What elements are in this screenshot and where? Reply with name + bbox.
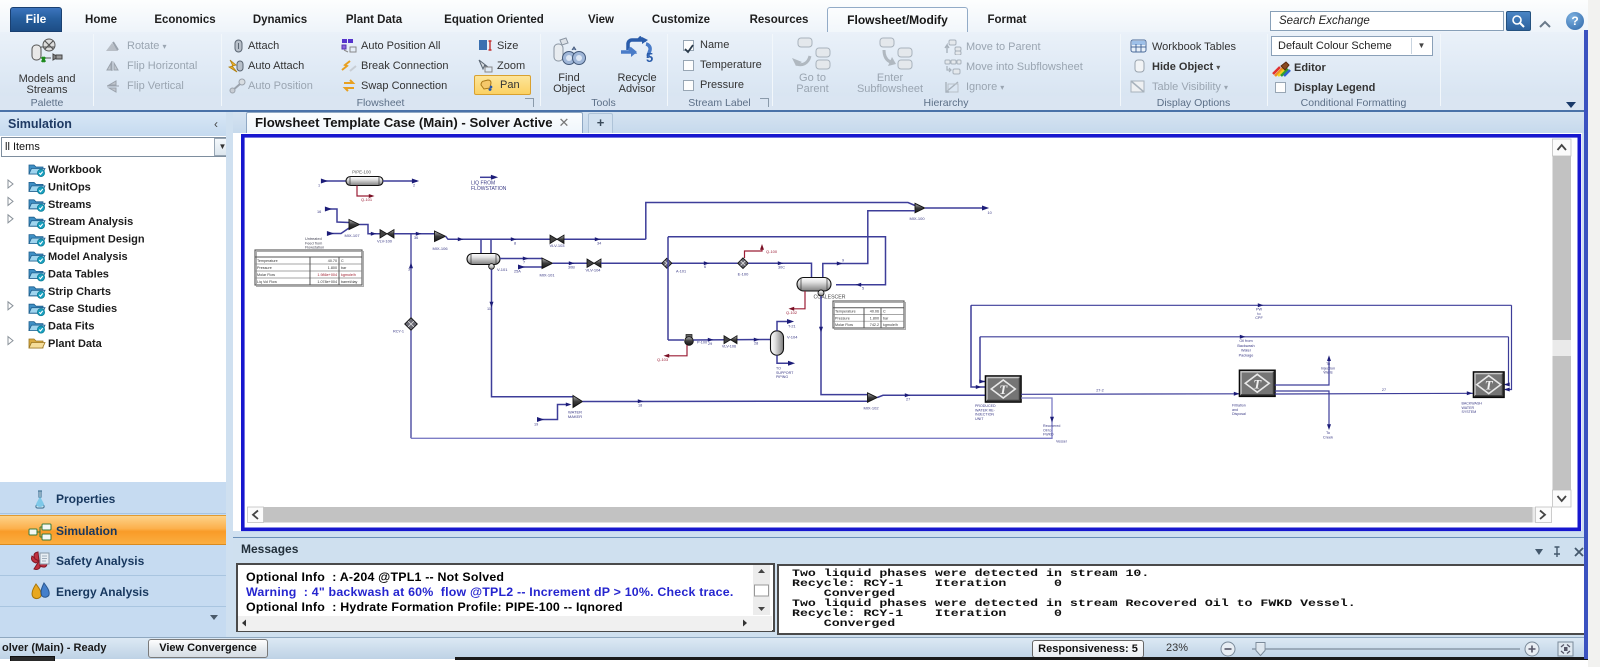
- svg-text:RCY-1: RCY-1: [393, 330, 404, 334]
- svg-text:MIX-102: MIX-102: [863, 406, 879, 411]
- svg-text:Backwash: Backwash: [1237, 344, 1254, 348]
- svg-text:40.70: 40.70: [328, 259, 337, 263]
- svg-text:P-100: P-100: [697, 341, 707, 345]
- svg-text:VLV-104: VLV-104: [585, 268, 601, 273]
- svg-text:27: 27: [906, 398, 910, 402]
- svg-text:VLV-103: VLV-103: [549, 243, 565, 248]
- svg-text:A-101: A-101: [676, 270, 686, 274]
- svg-text:6: 6: [704, 265, 706, 269]
- svg-text:Molar Flow: Molar Flow: [835, 323, 853, 327]
- svg-text:COALESCER: COALESCER: [814, 295, 846, 301]
- svg-text:kgmole/h: kgmole/h: [883, 323, 898, 327]
- svg-text:C: C: [883, 310, 886, 314]
- svg-text:Case Studies: Case Studies: [48, 303, 117, 315]
- svg-text:Strip Charts: Strip Charts: [48, 286, 111, 298]
- svg-text:Disposal: Disposal: [1232, 412, 1246, 416]
- svg-text:Vessel: Vessel: [1056, 440, 1067, 444]
- svg-text:E-100: E-100: [738, 272, 749, 277]
- svg-text:Temperature: Temperature: [835, 310, 856, 314]
- svg-text:Temperature: Temperature: [257, 259, 278, 263]
- svg-text:Data Tables: Data Tables: [48, 268, 109, 280]
- svg-text:Flowstation: Flowstation: [305, 246, 324, 250]
- svg-text:Package: Package: [1239, 353, 1254, 357]
- svg-text:PIPE-100: PIPE-100: [352, 170, 371, 175]
- svg-text:1: 1: [318, 184, 320, 188]
- svg-text:Q-100: Q-100: [766, 249, 778, 254]
- svg-text:T-21: T-21: [788, 325, 796, 329]
- svg-text:25A: 25A: [514, 270, 521, 274]
- svg-text:2: 2: [413, 184, 415, 188]
- svg-text:barrel/day: barrel/day: [341, 280, 358, 284]
- svg-text:UNIT: UNIT: [975, 417, 984, 421]
- svg-text:Data Fits: Data Fits: [48, 321, 94, 333]
- svg-text:C: C: [341, 259, 344, 263]
- svg-text:bar: bar: [883, 316, 889, 320]
- svg-text:Creek: Creek: [1323, 435, 1333, 439]
- svg-text:27: 27: [1382, 388, 1386, 392]
- svg-text:V-104: V-104: [787, 335, 798, 340]
- svg-text:Pressure: Pressure: [835, 316, 850, 320]
- svg-text:40.06: 40.06: [870, 310, 879, 314]
- svg-text:Wells: Wells: [1323, 371, 1332, 375]
- svg-text:Oil from: Oil from: [1239, 339, 1252, 343]
- svg-text:T: T: [999, 382, 1008, 397]
- svg-text:7: 7: [523, 261, 525, 265]
- svg-text:V-101: V-101: [497, 267, 508, 272]
- svg-text:MIX-106: MIX-106: [432, 246, 448, 251]
- svg-text:742.2: 742.2: [870, 323, 879, 327]
- svg-text:8: 8: [514, 242, 516, 246]
- svg-text:T: T: [1485, 378, 1494, 393]
- svg-text:kgmole/h: kgmole/h: [341, 273, 356, 277]
- svg-text:30C: 30C: [778, 266, 785, 270]
- svg-text:Q-102: Q-102: [786, 310, 798, 315]
- svg-text:MIX-100: MIX-100: [909, 216, 925, 221]
- svg-text:Pressure: Pressure: [257, 266, 272, 270]
- svg-text:Water: Water: [1241, 349, 1252, 353]
- svg-text:11: 11: [487, 307, 491, 311]
- svg-text:10: 10: [988, 211, 992, 215]
- svg-text:18: 18: [638, 404, 642, 408]
- svg-text:29: 29: [708, 342, 712, 346]
- svg-text:VLV-100: VLV-100: [377, 239, 393, 244]
- svg-text:16: 16: [317, 210, 321, 214]
- svg-text:MIX-101: MIX-101: [539, 273, 555, 278]
- svg-text:3: 3: [408, 268, 410, 272]
- svg-text:1.986e+004: 1.986e+004: [317, 273, 337, 277]
- svg-text:36: 36: [414, 236, 418, 240]
- svg-text:5: 5: [646, 50, 653, 65]
- svg-text:Equipment Design: Equipment Design: [48, 234, 145, 246]
- svg-text:FWKD: FWKD: [1043, 433, 1054, 437]
- svg-text:1.078e+004: 1.078e+004: [317, 280, 337, 284]
- svg-text:MAKER: MAKER: [568, 414, 582, 419]
- svg-text:28: 28: [754, 342, 758, 346]
- svg-text:Workbook: Workbook: [48, 164, 102, 176]
- svg-text:34: 34: [597, 242, 601, 246]
- svg-text:Stream Analysis: Stream Analysis: [48, 216, 133, 228]
- svg-text:bar: bar: [341, 266, 347, 270]
- svg-text:FLOWSTATION: FLOWSTATION: [471, 186, 507, 192]
- svg-text:Molar Flow: Molar Flow: [257, 273, 275, 277]
- svg-text:27-2: 27-2: [1096, 389, 1104, 393]
- svg-text:CPF: CPF: [1255, 316, 1263, 320]
- svg-text:9: 9: [842, 259, 844, 263]
- svg-text:T: T: [1253, 376, 1262, 391]
- svg-text:1.800: 1.800: [328, 266, 337, 270]
- svg-text:PIPING: PIPING: [776, 375, 788, 379]
- svg-text:5: 5: [862, 287, 864, 291]
- svg-text:19: 19: [534, 423, 538, 427]
- svg-text:Streams: Streams: [48, 199, 91, 211]
- svg-text:Q-103: Q-103: [657, 357, 669, 362]
- svg-text:Liq Vol Flow: Liq Vol Flow: [257, 280, 277, 284]
- svg-text:Q-101: Q-101: [361, 197, 373, 202]
- svg-text:Model Analysis: Model Analysis: [48, 251, 128, 263]
- svg-text:MIX-107: MIX-107: [344, 233, 360, 238]
- svg-text:SYSTEM: SYSTEM: [1462, 410, 1477, 414]
- svg-text:VLV-106: VLV-106: [722, 345, 736, 349]
- svg-text:Plant Data: Plant Data: [48, 338, 103, 350]
- svg-text:1.800: 1.800: [870, 316, 879, 320]
- svg-text:UnitOps: UnitOps: [48, 181, 91, 193]
- svg-text:30B: 30B: [568, 266, 575, 270]
